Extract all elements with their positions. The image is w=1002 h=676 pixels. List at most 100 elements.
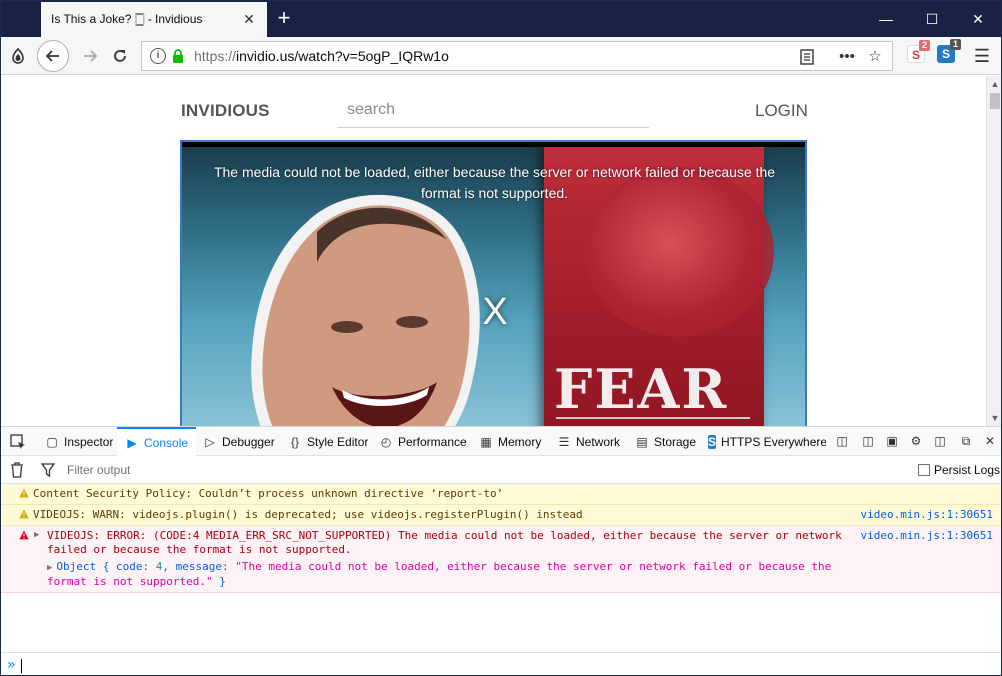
devtools-tab-storage[interactable]: ▤ Storage [635, 427, 696, 456]
message-source-link[interactable]: video.min.js:1:30651 [861, 508, 993, 521]
console-output: Content Security Policy: Couldn’t proces… [1, 484, 1001, 649]
console-message-text: VIDEOJS: WARN: videojs.plugin() is depre… [33, 508, 583, 521]
split-console-icon[interactable]: ◫ [859, 432, 877, 450]
inspector-icon: ▢ [46, 434, 58, 449]
search-input[interactable] [337, 92, 649, 128]
style-editor-icon: {} [290, 434, 299, 449]
scroll-down-arrow-icon[interactable]: ▼ [987, 410, 1001, 426]
url-bar[interactable]: i https://invidio.us/watch?v=5ogP_IQRw1o… [141, 41, 893, 71]
console-message-warn[interactable]: VIDEOJS: WARN: videojs.plugin() is depre… [1, 505, 1001, 526]
lock-icon[interactable] [172, 48, 184, 64]
https-everywhere-badge: 1 [949, 39, 961, 50]
console-caret [21, 659, 22, 673]
performance-icon: ◴ [380, 434, 392, 449]
memory-icon: ▦ [480, 434, 492, 449]
minimize-icon[interactable]: — [863, 1, 909, 37]
object-twisty-icon[interactable]: ▶ [47, 563, 52, 573]
tracking-protection-icon[interactable] [3, 41, 33, 71]
message-source-link[interactable]: video.min.js:1:30651 [861, 529, 993, 542]
url-text: https://invidio.us/watch?v=5ogP_IQRw1o [194, 48, 449, 64]
book-cover-line [556, 417, 750, 419]
error-icon [19, 530, 29, 540]
console-filter-bar: Persist Logs [1, 456, 1001, 484]
privacy-badger-icon[interactable]: S 2 [907, 40, 930, 63]
page-viewport: INVIDIOUS LOGIN FEAR The media could not… [1, 76, 986, 426]
screenshot-icon[interactable]: ▣ [883, 432, 901, 450]
site-info-icon[interactable]: i [150, 48, 166, 64]
hamburger-menu-icon[interactable]: ☰ [971, 45, 993, 67]
object-separator: , [162, 560, 176, 573]
site-logo[interactable]: INVIDIOUS [181, 101, 270, 121]
console-message-text: Content Security Policy: Couldn’t proces… [33, 487, 504, 500]
console-message-error[interactable]: ▶ VIDEOJS: ERROR: (CODE:4 MEDIA_ERR_SRC_… [1, 526, 1001, 593]
persist-logs-checkbox[interactable] [918, 464, 930, 476]
https-everywhere-ext-icon[interactable]: S 1 [937, 39, 961, 63]
player-error-close-icon[interactable]: X [480, 292, 510, 332]
tab-close-icon[interactable]: ✕ [241, 11, 257, 27]
scroll-thumb[interactable] [990, 93, 1000, 109]
tab-label: Debugger [222, 434, 275, 449]
console-message-text: VIDEOJS: ERROR: (CODE:4 MEDIA_ERR_SRC_NO… [47, 529, 849, 556]
tab-label: Console [144, 435, 189, 450]
privacy-badger-badge: 2 [918, 40, 930, 51]
forward-button[interactable] [75, 41, 105, 71]
console-icon: ▶ [127, 435, 137, 450]
book-title: FEAR [554, 357, 729, 421]
tab-label: Network [576, 434, 621, 449]
console-prompt-icon: » [7, 657, 16, 673]
navigation-bar: i https://invidio.us/watch?v=5ogP_IQRw1o… [1, 37, 1001, 75]
warning-icon [19, 509, 29, 519]
devtools-tab-https-everywhere[interactable]: S HTTPS Everywhere [708, 427, 826, 456]
persist-logs-toggle[interactable]: Persist Logs [918, 463, 1000, 477]
tab-label: Memory [498, 434, 542, 449]
element-picker-icon[interactable] [9, 433, 27, 451]
page-scrollbar[interactable]: ▲ ▼ [986, 76, 1001, 426]
error-object-preview[interactable]: ▶ Object { code: 4, message: "The media c… [1, 560, 1001, 592]
object-suffix: } [212, 575, 226, 588]
tab-label: HTTPS Everywhere [721, 434, 826, 449]
page-actions-icon[interactable]: ••• [836, 46, 858, 68]
url-host-path: invidio.us/watch?v=5ogP_IQRw1o [236, 48, 449, 64]
maximize-icon[interactable]: ☐ [909, 1, 955, 37]
browser-tab[interactable]: Is This a Joke? 🀆 - Invidious ✕ [41, 2, 267, 37]
new-tab-plus-icon[interactable]: + [273, 7, 295, 29]
devtools-settings-gear-icon[interactable]: ⚙ [907, 432, 925, 450]
reader-view-icon[interactable] [796, 46, 818, 68]
devtools-tab-inspector[interactable]: ▢ Inspector [45, 427, 113, 456]
devtools-tab-style-editor[interactable]: {} Style Editor [288, 427, 368, 456]
bookmark-star-icon[interactable]: ☆ [864, 46, 886, 68]
reload-button[interactable] [105, 41, 135, 71]
object-key-message: message: [175, 560, 229, 573]
frame-select-icon[interactable]: ◫ [833, 432, 851, 450]
https-everywhere-icon: S [708, 434, 717, 449]
separate-window-icon[interactable]: ⧉ [957, 432, 975, 450]
scroll-up-arrow-icon[interactable]: ▲ [987, 76, 1001, 92]
tab-label: Style Editor [307, 434, 369, 449]
devtools-tab-performance[interactable]: ◴ Performance [379, 427, 467, 456]
devtools-panel: ▢ Inspector ▶ Console ▷ Debugger {} Style Ed… [1, 426, 1001, 675]
console-input[interactable]: » [1, 652, 1001, 675]
expand-twisty-icon[interactable]: ▶ [34, 530, 39, 540]
devtools-close-icon[interactable]: ✕ [981, 432, 999, 450]
object-key-code: code: [116, 560, 150, 573]
persist-logs-label: Persist Logs [934, 463, 1001, 477]
thumbnail-face-image [251, 194, 480, 426]
dock-side-icon[interactable]: ◫ [931, 432, 949, 450]
network-icon: ☰ [558, 434, 570, 449]
back-button[interactable] [37, 40, 69, 72]
devtools-tab-debugger[interactable]: ▷ Debugger [203, 427, 275, 456]
clear-console-trash-icon[interactable] [10, 462, 24, 478]
devtools-toolbar: ▢ Inspector ▶ Console ▷ Debugger {} Style Ed… [1, 427, 1001, 456]
video-player[interactable]: FEAR The media could not be loaded, eith… [180, 140, 807, 426]
window-close-icon[interactable]: ✕ [955, 1, 1001, 37]
object-prefix: Object { [56, 560, 117, 573]
devtools-tab-network[interactable]: ☰ Network [557, 427, 620, 456]
devtools-tab-memory[interactable]: ▦ Memory [479, 427, 541, 456]
title-bar: Is This a Joke? 🀆 - Invidious ✕ + — ☐ ✕ [1, 1, 1001, 37]
console-message-warn[interactable]: Content Security Policy: Couldn’t proces… [1, 484, 1001, 505]
storage-icon: ▤ [636, 434, 648, 449]
login-link[interactable]: LOGIN [755, 101, 808, 121]
console-filter-input[interactable] [63, 460, 463, 480]
tab-label: Performance [398, 434, 467, 449]
devtools-tab-console[interactable]: ▶ Console [117, 427, 197, 456]
